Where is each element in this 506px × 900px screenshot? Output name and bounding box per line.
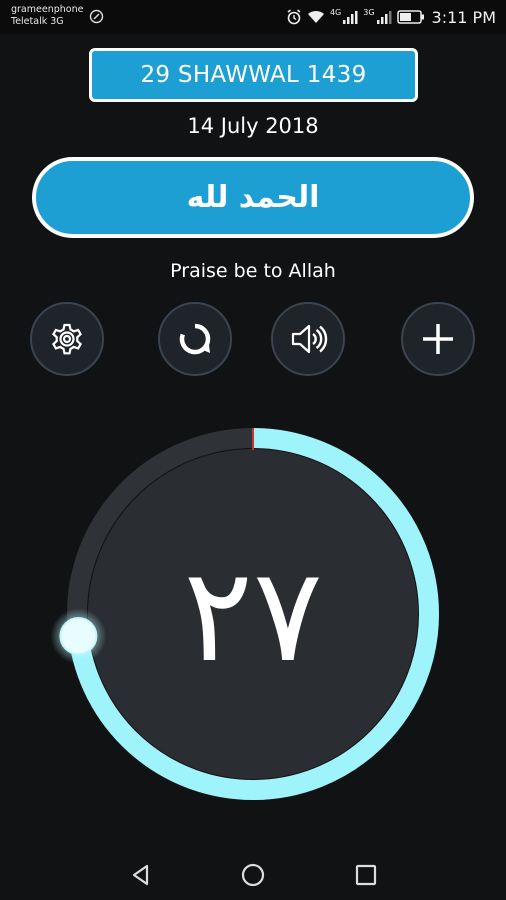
alarm-icon <box>287 9 301 25</box>
settings-button[interactable] <box>30 302 104 376</box>
carrier-name-1: grameenphone <box>11 4 84 15</box>
gregorian-date: 14 July 2018 <box>187 114 319 138</box>
hijri-date-label: 29 SHAWWAL 1439 <box>140 62 367 88</box>
battery-icon <box>396 10 424 24</box>
home-button[interactable] <box>236 858 270 892</box>
count-value: ٢٧ <box>183 539 323 691</box>
reset-button[interactable] <box>158 302 232 376</box>
back-button[interactable] <box>124 858 158 892</box>
signal-icon-2 <box>376 11 392 24</box>
sound-button[interactable] <box>271 302 345 376</box>
wifi-icon <box>307 10 324 23</box>
refresh-icon <box>179 323 211 355</box>
dhikr-selector[interactable]: الحمد لله <box>32 157 474 238</box>
carrier-name-2: Teletalk 3G <box>11 16 64 27</box>
network-type-2: 3G <box>363 7 375 17</box>
network-type-1: 4G <box>329 7 342 17</box>
recents-icon <box>355 864 377 886</box>
navigation-bar <box>0 848 506 900</box>
dhikr-translation: Praise be to Allah <box>170 260 336 282</box>
carrier-info: grameenphone Teletalk 3G <box>11 4 83 28</box>
status-time: 3:11 PM <box>431 7 496 27</box>
add-button[interactable] <box>401 302 475 376</box>
recents-button[interactable] <box>349 858 383 892</box>
plus-icon <box>423 324 453 354</box>
gear-icon <box>52 323 82 355</box>
back-icon <box>132 864 149 886</box>
status-icons: 4G 3G 3:11 PM <box>286 7 496 27</box>
home-icon <box>241 863 265 887</box>
speaker-icon <box>291 324 328 354</box>
hijri-date-badge[interactable]: 29 SHAWWAL 1439 <box>89 48 418 102</box>
signal-icon <box>343 11 358 24</box>
dhikr-arabic-text: الحمد لله <box>186 180 320 215</box>
vpn-icon <box>89 9 104 24</box>
status-bar: grameenphone Teletalk 3G 4G 3G 3:11 PM <box>0 0 506 34</box>
tasbih-counter[interactable]: ٢٧ <box>88 425 418 805</box>
